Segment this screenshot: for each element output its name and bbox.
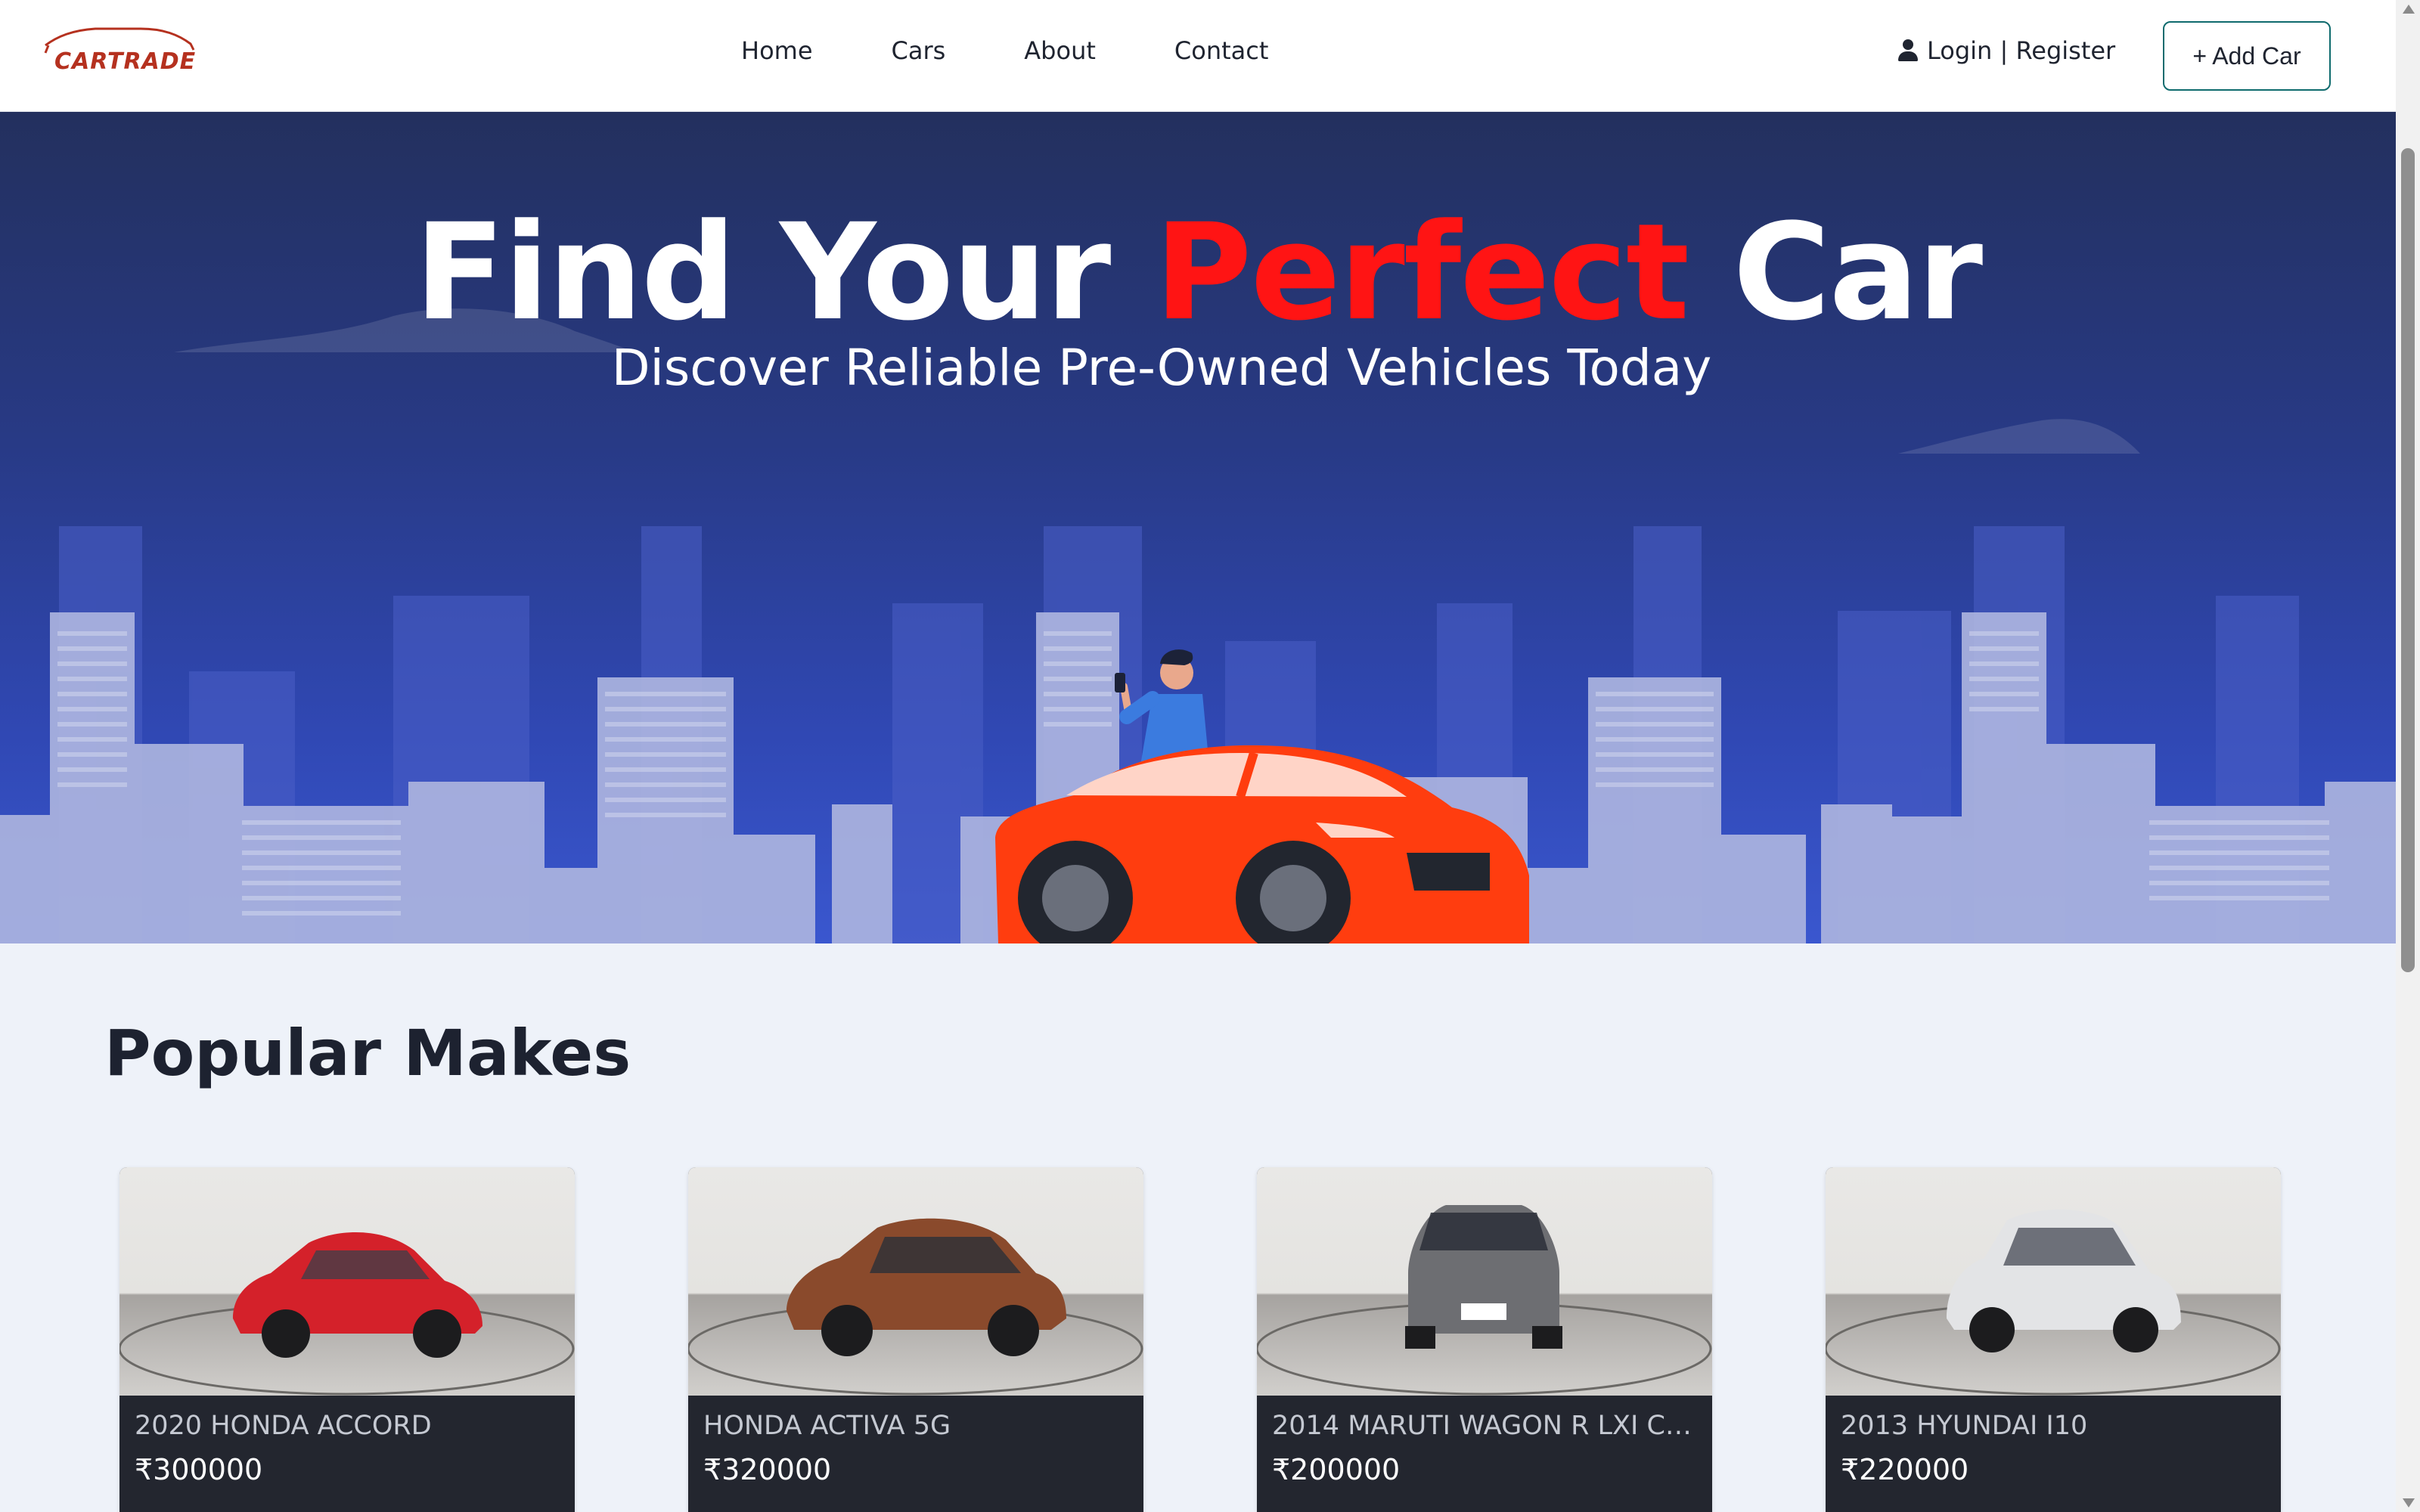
add-car-button[interactable]: + Add Car: [2163, 21, 2331, 91]
scroll-up-arrow-icon[interactable]: [2403, 5, 2415, 14]
hero-title-part2: Car: [1688, 195, 1983, 350]
hero-banner: Find Your Perfect Car Discover Reliable …: [0, 112, 2396, 943]
page: CARTRADE Home Cars About Contact Login |…: [0, 0, 2420, 1512]
car-card-name: 2013 HYUNDAI I10: [1841, 1411, 2088, 1441]
top-navbar: CARTRADE Home Cars About Contact Login |…: [0, 0, 2396, 112]
car-card-price: ₹320000: [703, 1453, 832, 1486]
popular-makes-title: Popular Makes: [104, 1016, 631, 1090]
car-card-price: ₹300000: [135, 1453, 263, 1486]
brand-logo-text: CARTRADE: [54, 48, 197, 75]
scroll-down-arrow-icon[interactable]: [2403, 1498, 2415, 1507]
hero-title: Find Your Perfect Car: [0, 195, 2396, 350]
hero-subtitle: Discover Reliable Pre-Owned Vehicles Tod…: [611, 339, 1712, 397]
car-card-name: HONDA ACTIVA 5G: [703, 1411, 951, 1441]
car-photo: [119, 1167, 575, 1396]
cloud-shape: [1898, 419, 2140, 454]
car-photo: [1826, 1167, 2281, 1396]
nav-cars[interactable]: Cars: [892, 36, 946, 65]
hero-title-accent: Perfect: [1154, 195, 1690, 350]
car-card-name: 2014 MARUTI WAGON R LXI CNG: [1272, 1411, 1699, 1441]
car-photo: [1257, 1167, 1712, 1396]
login-register-label: Login | Register: [1927, 36, 2116, 65]
popular-cars-list: 2020 HONDA ACCORD ₹300000 HONDA ACTIVA 5…: [119, 1167, 2281, 1512]
main-nav: Home Cars About Contact: [741, 36, 1268, 65]
car-card[interactable]: 2020 HONDA ACCORD ₹300000: [119, 1167, 575, 1512]
nav-home[interactable]: Home: [741, 36, 813, 65]
car-photo: [688, 1167, 1143, 1396]
car-card[interactable]: 2014 MARUTI WAGON R LXI CNG ₹200000: [1257, 1167, 1712, 1512]
page-scrollbar[interactable]: [2396, 0, 2420, 1512]
scroll-thumb[interactable]: [2401, 148, 2415, 972]
car-card-name: 2020 HONDA ACCORD: [135, 1411, 432, 1441]
nav-about[interactable]: About: [1024, 36, 1096, 65]
login-register-link[interactable]: Login | Register: [1898, 36, 2115, 65]
car-card[interactable]: HONDA ACTIVA 5G ₹320000: [688, 1167, 1143, 1512]
car-card[interactable]: 2013 HYUNDAI I10 ₹220000: [1826, 1167, 2281, 1512]
car-card-price: ₹220000: [1841, 1453, 1969, 1486]
brand-logo[interactable]: CARTRADE: [42, 23, 201, 80]
car-card-price: ₹200000: [1272, 1453, 1401, 1486]
user-icon: [1898, 39, 1918, 62]
nav-contact[interactable]: Contact: [1174, 36, 1269, 65]
hero-title-part1: Find Your: [414, 195, 1155, 350]
